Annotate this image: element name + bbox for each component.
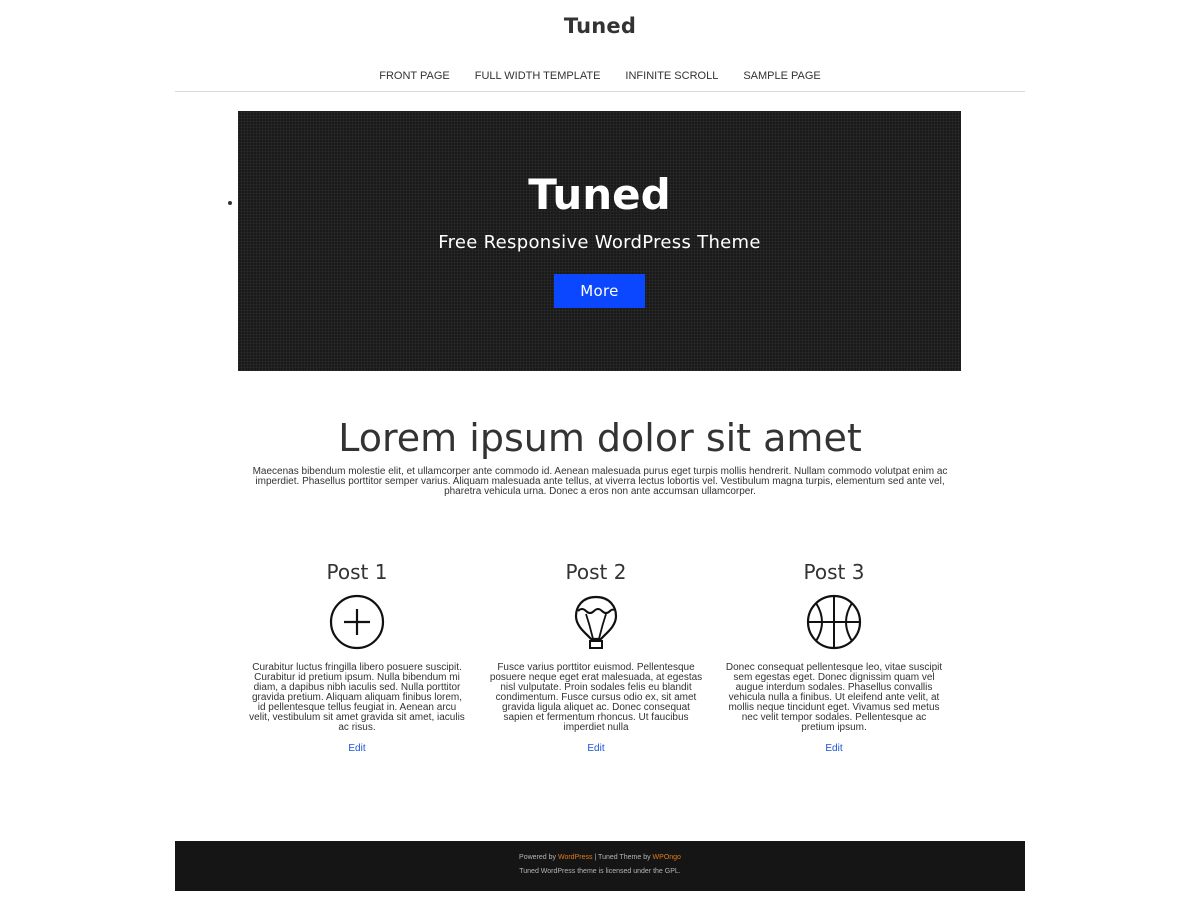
- intro-heading: Lorem ipsum dolor sit amet: [338, 416, 862, 460]
- hero-more-button[interactable]: More: [554, 274, 645, 308]
- nav-item-sample-page[interactable]: SAMPLE PAGE: [743, 70, 820, 91]
- post-title[interactable]: Post 2: [486, 560, 706, 585]
- site-footer: Powered by WordPress | Tuned Theme by WP…: [175, 841, 1025, 891]
- post-edit-link[interactable]: Edit: [825, 743, 842, 754]
- basketball-icon: [806, 594, 862, 650]
- nav-item-front-page[interactable]: FRONT PAGE: [379, 70, 450, 91]
- hero-title: Tuned: [528, 170, 671, 219]
- page: Tuned FRONT PAGE FULL WIDTH TEMPLATE INF…: [0, 0, 1200, 900]
- post-excerpt: Curabitur luctus fringilla libero posuer…: [249, 662, 465, 733]
- footer-credits: Powered by WordPress | Tuned Theme by WP…: [175, 854, 1025, 861]
- post-card-3: Post 3 Donec consequat pellentesque leo,…: [724, 560, 944, 756]
- post-card-1: Post 1 Curabitur luctus fringilla libero…: [247, 560, 467, 756]
- hero-subtitle: Free Responsive WordPress Theme: [438, 232, 761, 253]
- hero-banner: Tuned Free Responsive WordPress Theme Mo…: [238, 111, 961, 371]
- footer-theme-text: | Tuned Theme by: [594, 854, 651, 861]
- post-edit-link[interactable]: Edit: [348, 743, 365, 754]
- intro-text: Maecenas bibendum molestie elit, et ulla…: [252, 466, 948, 497]
- nav-item-infinite-scroll[interactable]: INFINITE SCROLL: [625, 70, 718, 91]
- footer-wordpress-link[interactable]: WordPress: [558, 854, 593, 861]
- post-edit-link[interactable]: Edit: [587, 743, 604, 754]
- post-excerpt: Donec consequat pellentesque leo, vitae …: [725, 662, 943, 733]
- footer-wpongo-link[interactable]: WPOngo: [653, 854, 681, 861]
- list-bullet: [228, 201, 232, 205]
- plus-circle-icon: [329, 594, 385, 650]
- footer-license-text: Tuned WordPress theme is licensed under …: [519, 868, 681, 875]
- footer-powered-text: Powered by: [519, 854, 557, 861]
- hot-air-balloon-icon: [574, 595, 618, 649]
- post-title[interactable]: Post 3: [724, 560, 944, 585]
- post-title[interactable]: Post 1: [247, 560, 467, 585]
- nav-item-full-width-template[interactable]: FULL WIDTH TEMPLATE: [475, 70, 601, 91]
- post-card-2: Post 2 Fusce varius porttitor euismod. P…: [486, 560, 706, 756]
- post-excerpt: Fusce varius porttitor euismod. Pellente…: [489, 662, 703, 733]
- site-title[interactable]: Tuned: [0, 14, 1200, 38]
- main-navigation: FRONT PAGE FULL WIDTH TEMPLATE INFINITE …: [175, 70, 1025, 92]
